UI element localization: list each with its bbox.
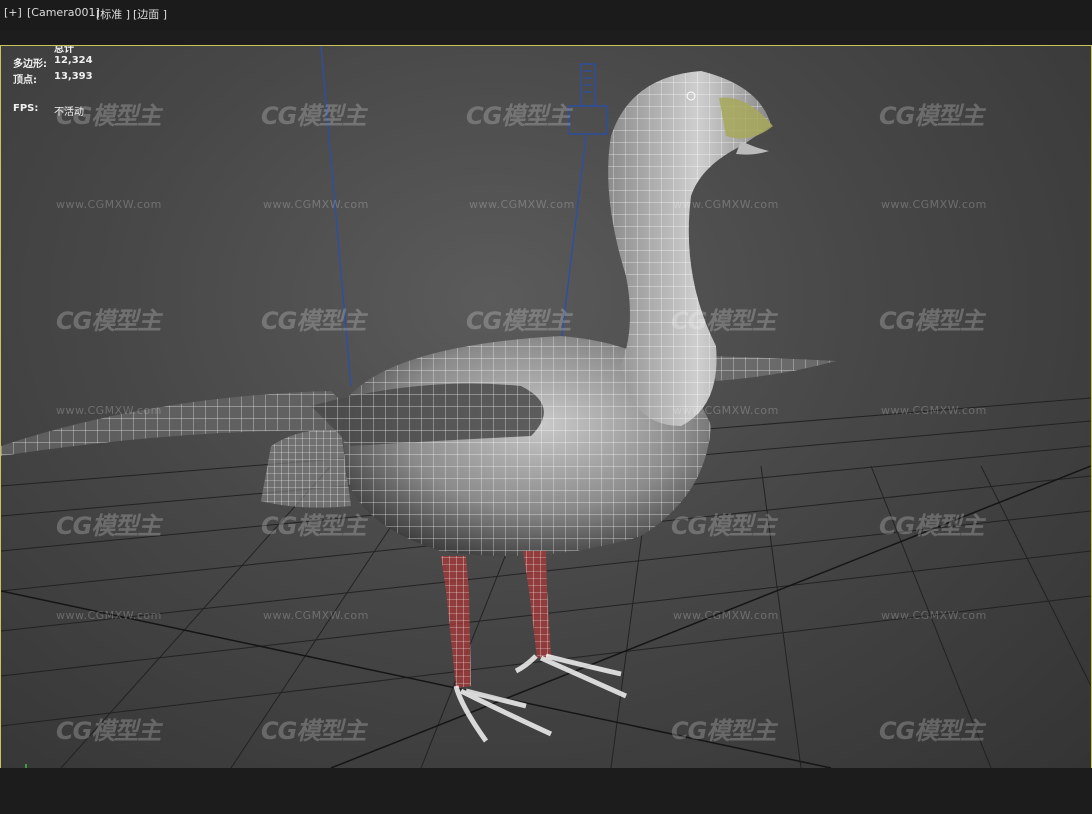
stats-fps-label: FPS: — [13, 103, 39, 114]
viewport-shading-label[interactable]: [标准 ] — [96, 6, 130, 22]
viewport-header: [+] [Camera001] [标准 ] [边面 ] — [0, 0, 1092, 30]
stats-polygons-value: 12,324 — [54, 55, 93, 66]
stats-fps-value: 不活动 — [54, 107, 84, 118]
stats-polygons-label: 多边形: — [13, 59, 47, 70]
viewport-menu-plus[interactable]: [+] — [4, 6, 22, 19]
goose-right-wing — [706, 356, 836, 381]
scene-canvas — [1, 46, 1091, 768]
viewport-display-mode-label[interactable]: [边面 ] — [133, 6, 167, 22]
stats-vertices-label: 顶点: — [13, 75, 37, 86]
stats-vertices-value: 13,393 — [54, 71, 93, 82]
camera-viewport[interactable]: CG模型主 CG模型主 CG模型主 CG模型主 www.CGMXW.com ww… — [0, 45, 1092, 769]
stats-header: 总计 — [54, 45, 74, 55]
viewport-camera-label[interactable]: [Camera001] — [27, 6, 100, 19]
viewport-footer — [0, 768, 1092, 814]
